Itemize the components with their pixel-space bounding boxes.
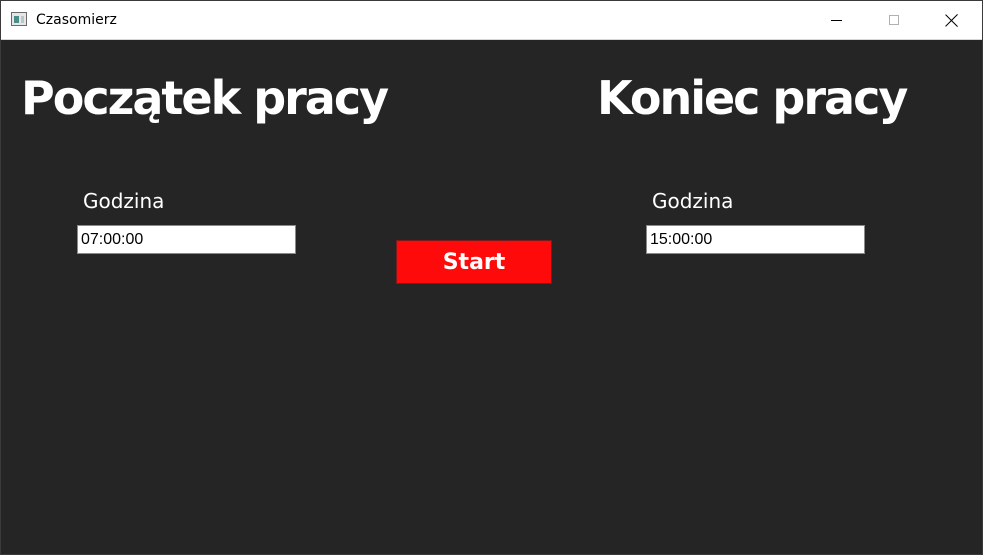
app-window-icon (11, 12, 27, 26)
end-hour-input[interactable] (646, 225, 865, 254)
end-heading: Koniec pracy (597, 71, 908, 125)
start-button[interactable]: Start (396, 240, 552, 284)
start-heading: Początek pracy (21, 71, 389, 125)
maximize-button[interactable] (865, 1, 923, 39)
close-button[interactable] (923, 1, 981, 39)
window-title: Czasomierz (36, 12, 117, 28)
end-hour-label: Godzina (652, 189, 734, 213)
start-hour-input[interactable] (77, 225, 296, 254)
title-bar[interactable]: Czasomierz (1, 1, 982, 40)
start-hour-label: Godzina (83, 189, 165, 213)
maximize-icon (889, 15, 899, 25)
minimize-icon (830, 19, 842, 21)
app-window: Czasomierz Początek pracy Koniec pracy G… (0, 0, 983, 555)
minimize-button[interactable] (807, 1, 865, 39)
close-icon (945, 13, 959, 27)
